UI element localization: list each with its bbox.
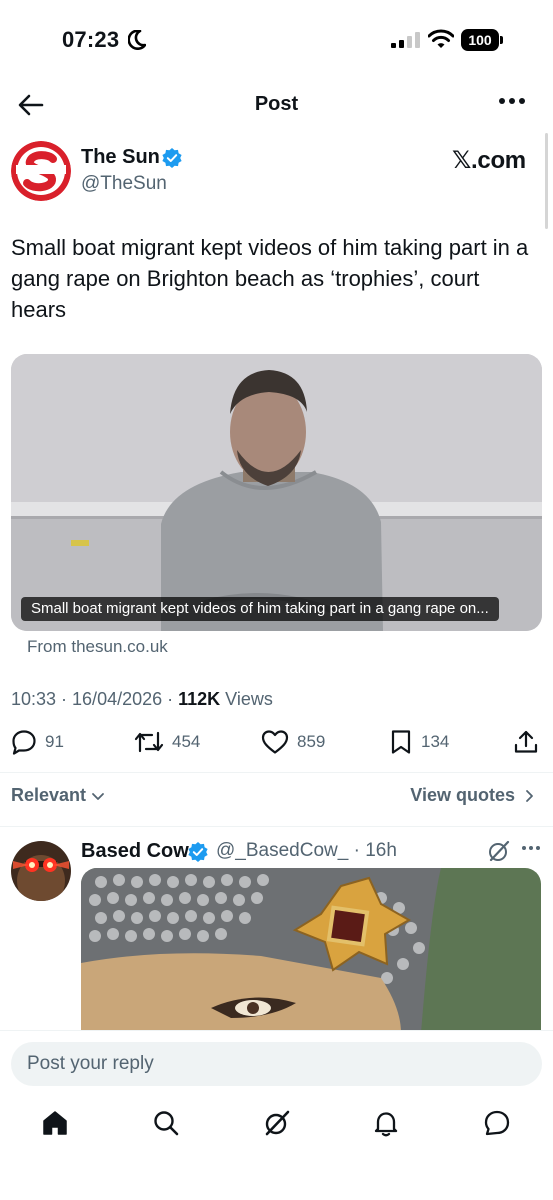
status-time: 07:23 xyxy=(62,27,120,52)
card-image xyxy=(11,354,542,631)
reply-author-name[interactable]: Based Cow xyxy=(81,840,189,863)
sort-label: Relevant xyxy=(11,785,87,805)
bottom-tab-bar xyxy=(0,1105,553,1149)
signal-icon xyxy=(391,32,420,48)
divider xyxy=(0,826,553,827)
status-bar: 07:23 100 xyxy=(0,0,553,82)
tab-messages[interactable] xyxy=(479,1105,515,1141)
more-icon[interactable] xyxy=(521,845,541,851)
post-timestamp: 10:33 · 16/04/2026 · xyxy=(11,689,179,709)
reply-input[interactable] xyxy=(11,1042,542,1086)
battery-level: 100 xyxy=(461,29,499,51)
reply-avatar[interactable] xyxy=(11,841,71,901)
home-icon xyxy=(43,1111,67,1135)
wifi-icon xyxy=(428,29,454,48)
verified-icon xyxy=(162,148,182,168)
tab-notifications[interactable] xyxy=(368,1105,404,1141)
share-icon[interactable] xyxy=(513,729,539,755)
grok-icon[interactable] xyxy=(487,839,511,863)
link-source[interactable]: From thesun.co.uk xyxy=(27,637,168,657)
reply-handle-time[interactable]: @_BasedCow_ · 16h xyxy=(216,840,397,862)
tab-home[interactable] xyxy=(37,1105,73,1141)
repost-count: 454 xyxy=(172,732,201,751)
battery-tip xyxy=(500,36,503,44)
post-meta: 10:33 · 16/04/2026 · 112K Views xyxy=(11,689,273,710)
repost-icon xyxy=(134,731,164,753)
nav-header: Post xyxy=(0,82,553,128)
reply-button[interactable]: 91 xyxy=(11,729,64,755)
bookmark-count: 134 xyxy=(421,732,450,751)
scroll-indicator[interactable] xyxy=(545,133,548,229)
post-text: Small boat migrant kept videos of him ta… xyxy=(11,235,529,322)
notifications-icon xyxy=(374,1112,398,1137)
reply-composer xyxy=(0,1030,553,1200)
x-com-logo[interactable]: 𝕏.com xyxy=(452,146,526,175)
page-title: Post xyxy=(254,93,299,115)
grok-icon xyxy=(265,1110,290,1136)
tab-grok[interactable] xyxy=(259,1105,295,1141)
post-actions: 91 454 859 134 xyxy=(0,729,553,759)
reply-media-image[interactable] xyxy=(81,868,541,1033)
battery-indicator: 100 xyxy=(461,29,503,51)
author-avatar[interactable] xyxy=(11,141,71,201)
search-icon xyxy=(154,1111,179,1136)
reply-icon xyxy=(12,730,36,755)
author-handle[interactable]: @TheSun xyxy=(81,173,167,195)
divider xyxy=(0,772,553,773)
verified-icon xyxy=(188,842,208,862)
like-count: 859 xyxy=(297,732,326,751)
author-name[interactable]: The Sun xyxy=(81,146,160,169)
views-label: Views xyxy=(220,689,273,709)
reply-count: 91 xyxy=(45,732,64,751)
moon-icon xyxy=(128,30,146,50)
bookmark-icon xyxy=(391,730,411,754)
card-caption: Small boat migrant kept videos of him ta… xyxy=(21,597,499,621)
chevron-right-icon xyxy=(526,789,533,802)
messages-icon xyxy=(484,1110,510,1136)
like-icon xyxy=(261,730,289,754)
like-button[interactable]: 859 xyxy=(261,729,325,755)
bookmark-button[interactable]: 134 xyxy=(389,729,449,755)
repost-button[interactable]: 454 xyxy=(134,729,200,755)
more-icon[interactable] xyxy=(498,96,526,106)
sort-dropdown[interactable]: Relevant xyxy=(11,785,106,806)
views-count: 112K xyxy=(178,689,221,709)
view-quotes-label: View quotes xyxy=(410,785,515,805)
view-quotes-link[interactable]: View quotes xyxy=(410,785,537,806)
link-card[interactable]: Small boat migrant kept videos of him ta… xyxy=(11,354,542,631)
tab-search[interactable] xyxy=(148,1105,184,1141)
chevron-down-icon xyxy=(92,792,104,800)
